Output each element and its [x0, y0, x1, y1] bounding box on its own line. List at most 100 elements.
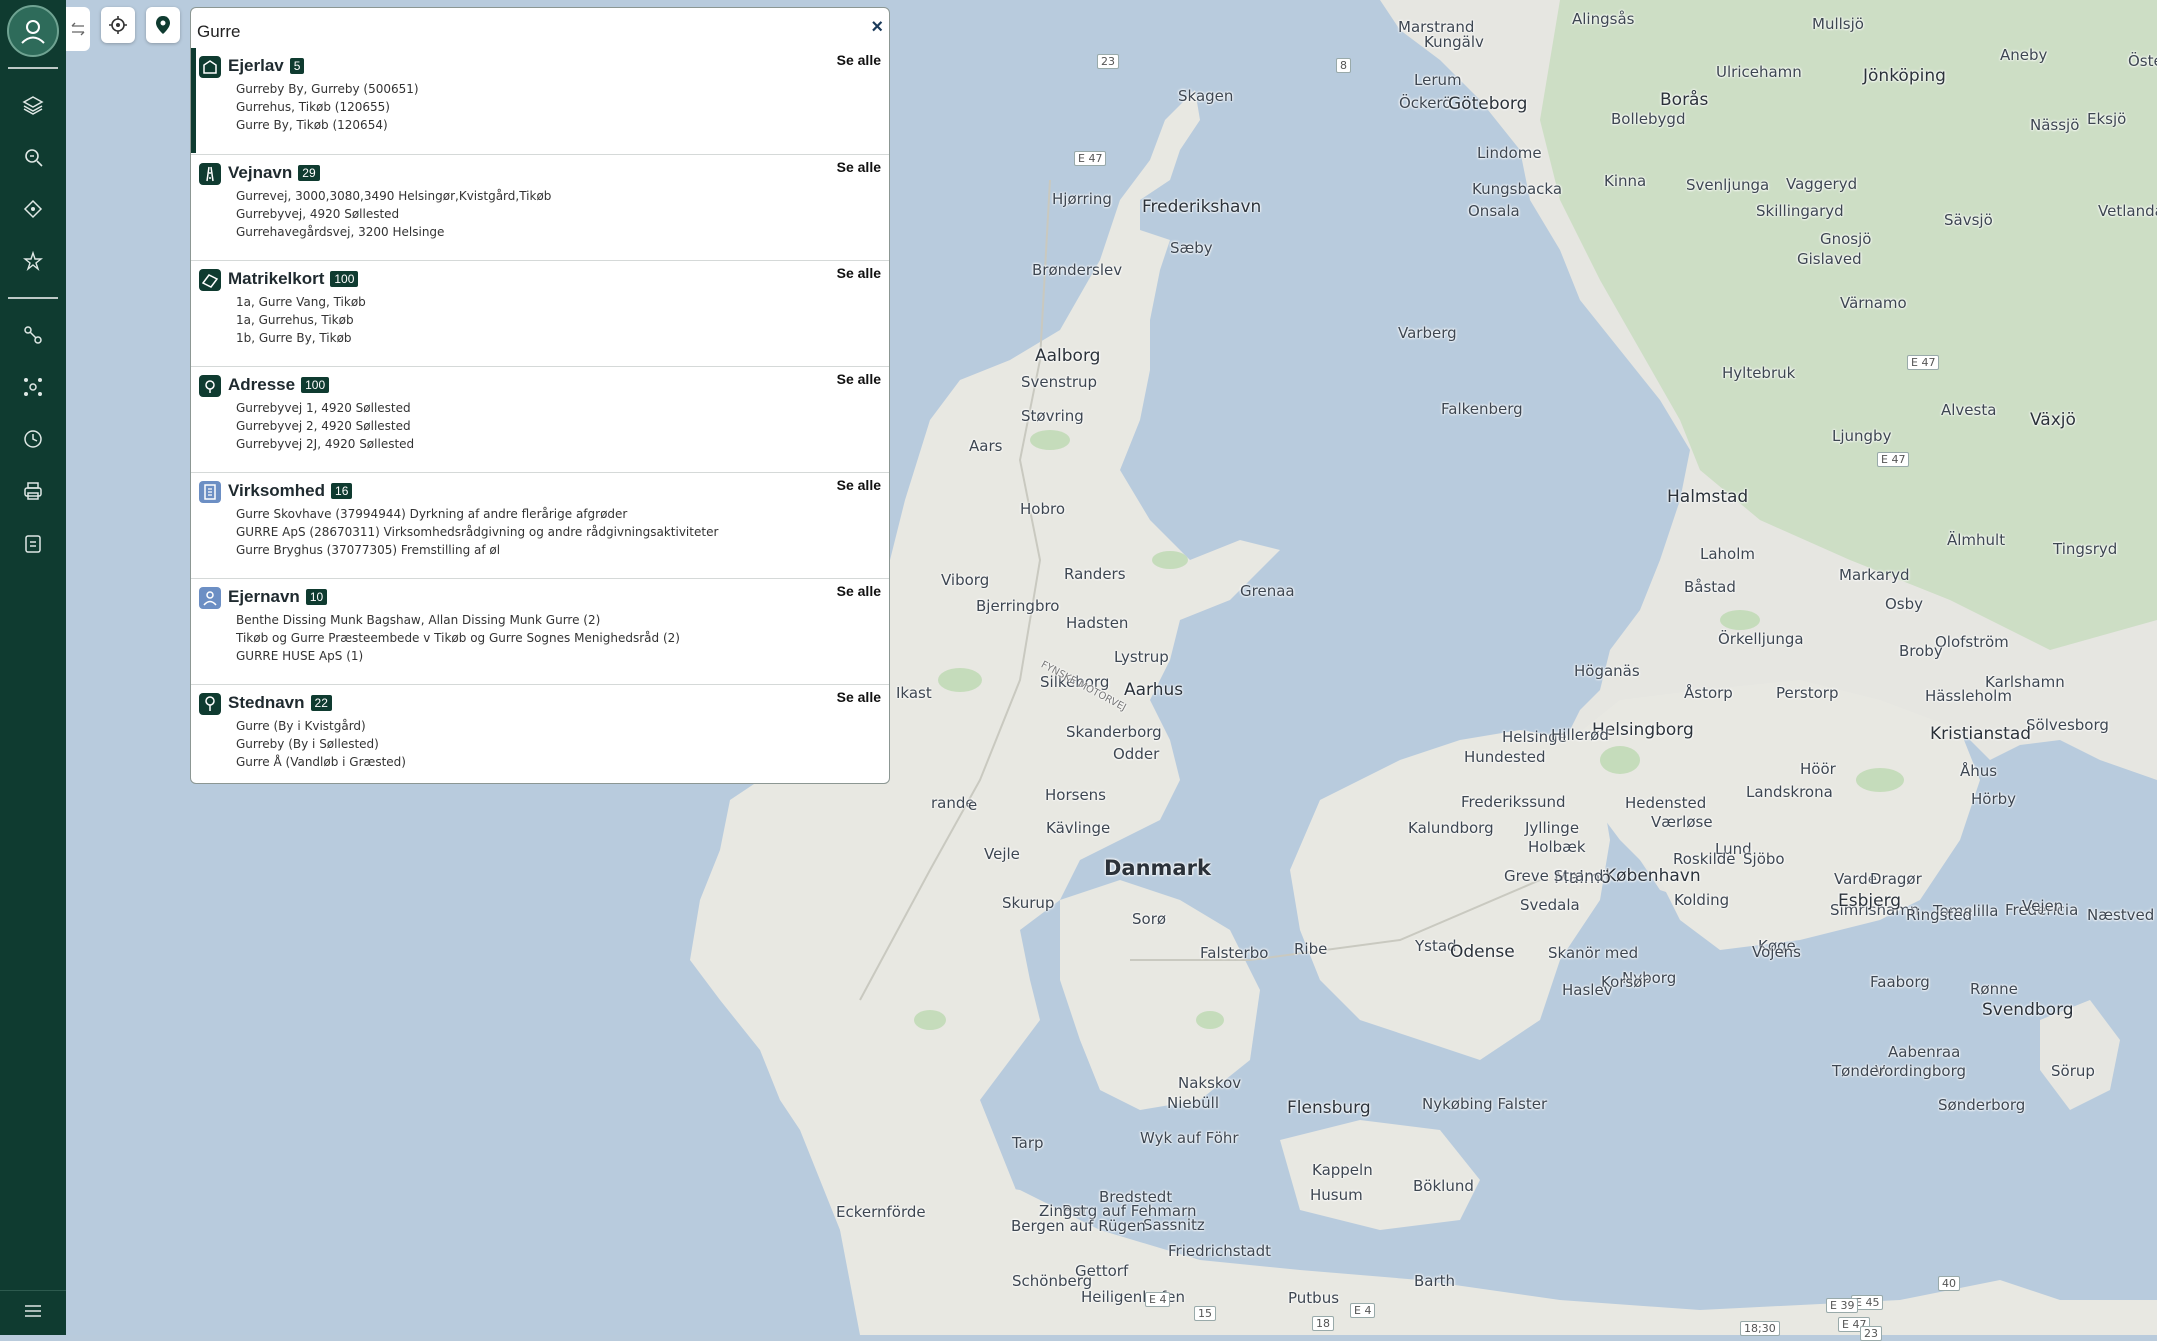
- place-label: Sorø: [1132, 910, 1167, 928]
- see-all-link[interactable]: Se alle: [837, 52, 881, 68]
- sidebar-menu-button[interactable]: [0, 1290, 66, 1331]
- road-label: 18;30: [1740, 1321, 1780, 1336]
- result-group-adresse: Adresse 100 Se alle Gurrebyvej 1, 4920 Søll…: [191, 366, 889, 471]
- place-label: Ulricehamn: [1716, 63, 1802, 81]
- building-icon: [199, 481, 221, 503]
- result-item[interactable]: Gurreby (By i Søllested): [236, 735, 406, 753]
- see-all-link[interactable]: Se alle: [837, 159, 881, 175]
- place-label: Hedensted: [1625, 794, 1707, 812]
- sidebar-item-layers[interactable]: [0, 79, 66, 131]
- place-label: Åstorp: [1684, 684, 1733, 702]
- app-logo-icon[interactable]: [7, 5, 59, 57]
- result-group-title: Vejnavn 29: [228, 163, 320, 183]
- print-icon: [24, 482, 42, 500]
- result-item[interactable]: 1a, Gurre Vang, Tikøb: [236, 293, 366, 311]
- result-group-vejnavn: Vejnavn 29 Se alle Gurrevej, 3000,3080,3490…: [191, 154, 889, 259]
- place-label: Broby: [1899, 642, 1943, 660]
- sidebar-item-search[interactable]: [0, 131, 66, 183]
- see-all-link[interactable]: Se alle: [837, 689, 881, 705]
- result-item[interactable]: Tikøb og Gurre Præsteembede v Tikøb og G…: [236, 629, 680, 647]
- result-item[interactable]: Gurre By, Tikøb (120654): [236, 116, 419, 134]
- place-label: Putbus: [1288, 1289, 1340, 1307]
- sidebar-divider: [8, 67, 58, 69]
- place-label: Bollebygd: [1611, 110, 1686, 128]
- place-label: Ringsted: [1906, 906, 1973, 924]
- result-item[interactable]: Gurre Skovhave (37994944) Dyrkning af an…: [236, 505, 718, 523]
- result-group-title: Matrikelkort 100: [228, 269, 359, 289]
- drop-pin-button[interactable]: [146, 7, 180, 43]
- result-item[interactable]: Gurre Bryghus (37077305) Fremstilling af…: [236, 541, 718, 559]
- result-item[interactable]: Gurreby By, Gurreby (500651): [236, 80, 419, 98]
- place-label: Aneby: [2000, 46, 2048, 64]
- result-item[interactable]: Gurrevej, 3000,3080,3490 Helsingør,Kvist…: [236, 187, 551, 205]
- place-label: Randers: [1064, 565, 1126, 583]
- place-label: Alingsås: [1572, 10, 1635, 28]
- clear-search-icon[interactable]: ×: [871, 16, 883, 39]
- place-label: Niebüll: [1167, 1094, 1219, 1112]
- place-label: Horsens: [1045, 786, 1106, 804]
- sidebar: [0, 0, 66, 1335]
- place-label: Greve Strand: [1504, 867, 1604, 885]
- result-item[interactable]: GURRE HUSE ApS (1): [236, 647, 680, 665]
- result-item[interactable]: 1a, Gurrehus, Tikøb: [236, 311, 366, 329]
- place-label: Danmark: [1104, 856, 1211, 880]
- place-label: Kristianstad: [1930, 724, 2032, 744]
- result-item[interactable]: Gurrehus, Tikøb (120655): [236, 98, 419, 116]
- place-label: Öste: [2128, 52, 2157, 70]
- sidebar-item-route[interactable]: [0, 309, 66, 361]
- sidebar-item-network[interactable]: [0, 183, 66, 235]
- place-label: Skillingaryd: [1756, 202, 1844, 220]
- place-label: Nykøbing Falster: [1422, 1095, 1548, 1113]
- place-label: Hundested: [1464, 748, 1546, 766]
- location-pin-icon: [199, 375, 221, 397]
- sidebar-item-cluster[interactable]: [0, 361, 66, 413]
- collapse-toggle-button[interactable]: [66, 7, 90, 51]
- person-icon: [199, 587, 221, 609]
- place-label: Næstved: [2087, 906, 2155, 924]
- locate-me-button[interactable]: [101, 7, 135, 43]
- result-item[interactable]: Gurrebyvej 1, 4920 Søllested: [236, 399, 414, 417]
- place-label: Esbjerg: [1838, 891, 1902, 911]
- place-label: Örkelljunga: [1718, 630, 1804, 648]
- place-label: Höör: [1800, 760, 1836, 778]
- place-label: Tarp: [1012, 1134, 1044, 1152]
- place-label: Brønderslev: [1032, 261, 1123, 279]
- place-label: Båstad: [1684, 578, 1736, 596]
- clipboard-icon: [25, 535, 41, 553]
- place-label: Skagen: [1178, 87, 1234, 105]
- place-label: Sjöbo: [1743, 850, 1785, 868]
- place-label: Aalborg: [1035, 346, 1101, 366]
- place-label: Bjerringbro: [976, 597, 1060, 615]
- result-group-virksomhed: Virksomhed 16 Se alle Gurre Skovhave (37994…: [191, 472, 889, 577]
- see-all-link[interactable]: Se alle: [837, 371, 881, 387]
- sidebar-item-print[interactable]: [0, 465, 66, 517]
- sidebar-item-favorites[interactable]: [0, 235, 66, 287]
- result-item[interactable]: Gurrebyvej, 4920 Søllested: [236, 205, 551, 223]
- place-label: Böklund: [1413, 1177, 1474, 1195]
- result-item[interactable]: Gurrebyvej 2J, 4920 Søllested: [236, 435, 414, 453]
- sidebar-item-history[interactable]: [0, 413, 66, 465]
- place-label: Landskrona: [1746, 783, 1833, 801]
- see-all-link[interactable]: Se alle: [837, 583, 881, 599]
- place-label: Flensburg: [1287, 1098, 1371, 1118]
- result-item[interactable]: 1b, Gurre By, Tikøb: [236, 329, 366, 347]
- place-label: Falkenberg: [1441, 400, 1523, 418]
- swap-arrows-icon: [71, 22, 85, 36]
- sidebar-item-clipboard[interactable]: [0, 517, 66, 569]
- place-label: Karlshamn: [1985, 673, 2065, 691]
- search-input[interactable]: [197, 14, 857, 50]
- place-label: Öckerö: [1399, 94, 1452, 112]
- result-item[interactable]: Gurre Å (Vandløb i Græsted): [236, 753, 406, 771]
- map-pin-icon: [156, 16, 170, 34]
- result-item[interactable]: Benthe Dissing Munk Bagshaw, Allan Dissi…: [236, 611, 680, 629]
- place-label: Åhus: [1960, 762, 1998, 780]
- result-item[interactable]: GURRE ApS (28670311) Virksomhedsrådgivni…: [236, 523, 718, 541]
- result-item[interactable]: Gurrebyvej 2, 4920 Søllested: [236, 417, 414, 435]
- place-label: Borås: [1660, 90, 1709, 110]
- see-all-link[interactable]: Se alle: [837, 265, 881, 281]
- result-item[interactable]: Gurrehavegårdsvej, 3200 Helsinge: [236, 223, 551, 241]
- place-label: Kungälv: [1424, 33, 1484, 51]
- result-item[interactable]: Gurre (By i Kvistgård): [236, 717, 406, 735]
- see-all-link[interactable]: Se alle: [837, 477, 881, 493]
- place-label: Eksjö: [2087, 110, 2127, 128]
